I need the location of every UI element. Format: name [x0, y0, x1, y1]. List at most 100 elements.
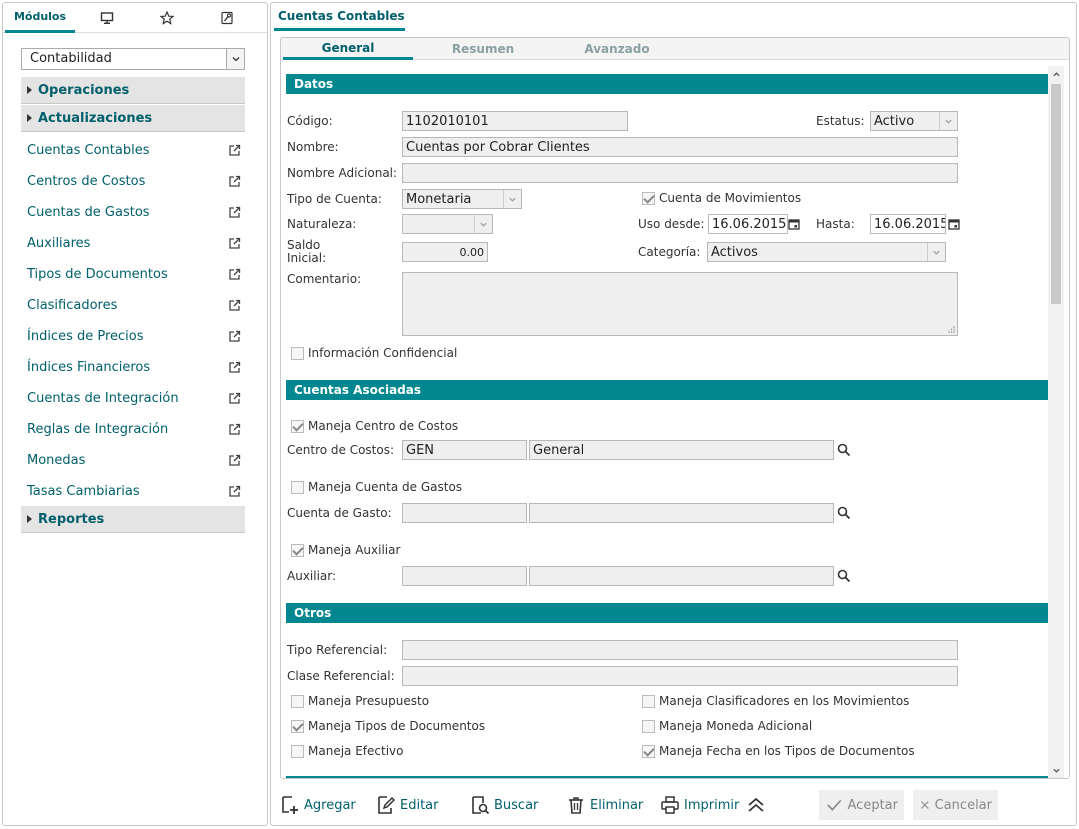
checkbox-box — [642, 191, 655, 205]
buscar-button[interactable]: Buscar — [470, 790, 538, 820]
tipo-cuenta-select[interactable]: Monetaria — [402, 189, 522, 209]
nombre-field[interactable]: Cuentas por Cobrar Clientes — [402, 137, 958, 157]
menu-item[interactable]: Reglas de Integración — [27, 419, 241, 439]
resize-handle-icon[interactable] — [948, 326, 955, 333]
estatus-select[interactable]: Activo — [870, 111, 958, 131]
external-link-icon[interactable] — [228, 206, 241, 219]
calendar-icon[interactable] — [948, 218, 960, 230]
cancelar-button[interactable]: Cancelar — [913, 790, 998, 820]
external-link-icon[interactable] — [228, 144, 241, 157]
menu-item[interactable]: Cuentas Contables — [27, 140, 241, 160]
agregar-label: Agregar — [304, 797, 356, 813]
calendar-icon[interactable] — [788, 218, 800, 230]
codigo-field[interactable]: 1102010101 — [402, 111, 628, 131]
info-confidencial-label: Información Confidencial — [308, 346, 458, 360]
uso-desde-field[interactable]: 16.06.2015 — [708, 214, 788, 234]
external-link-icon[interactable] — [228, 237, 241, 250]
external-link-icon[interactable] — [228, 454, 241, 467]
tab-resumen[interactable]: Resumen — [423, 38, 543, 60]
checkbox-box — [642, 719, 655, 733]
section-operaciones[interactable]: Operaciones — [21, 77, 245, 104]
section-actualizaciones[interactable]: Actualizaciones — [21, 105, 245, 132]
maneja-moneda-adicional-checkbox[interactable]: Maneja Moneda Adicional — [642, 719, 812, 733]
section-reportes[interactable]: Reportes — [21, 506, 245, 533]
centro-costos-code: GEN — [406, 442, 435, 458]
info-confidencial-checkbox[interactable]: Información Confidencial — [291, 346, 457, 360]
cuenta-gasto-name-field[interactable] — [529, 503, 834, 523]
editar-button[interactable]: Editar — [376, 790, 439, 820]
maneja-cuenta-gastos-checkbox[interactable]: Maneja Cuenta de Gastos — [291, 480, 462, 494]
auxiliar-name-field[interactable] — [529, 566, 834, 586]
nombre-adicional-field[interactable] — [402, 163, 958, 183]
menu-item[interactable]: Clasificadores — [27, 295, 241, 315]
maneja-fecha-tipos-documentos-label: Maneja Fecha en los Tipos de Documentos — [659, 744, 915, 758]
centro-costos-name-field[interactable]: General — [529, 440, 834, 460]
menu-item[interactable]: Índices de Precios — [27, 326, 241, 346]
menu-item[interactable]: Auxiliares — [27, 233, 241, 253]
collapse-toolbar-button[interactable] — [746, 790, 770, 820]
tipo-referencial-field[interactable] — [402, 640, 958, 660]
scroll-down-icon[interactable] — [1051, 765, 1061, 775]
menu-item[interactable]: Cuentas de Gastos — [27, 202, 241, 222]
maneja-clasificadores-checkbox[interactable]: Maneja Clasificadores en los Movimientos — [642, 694, 909, 708]
checkbox-box — [291, 719, 304, 733]
external-link-icon[interactable] — [228, 299, 241, 312]
menu-item[interactable]: Tipos de Documentos — [27, 264, 241, 284]
tab-general-label: General — [321, 40, 375, 55]
wrench-icon[interactable] — [215, 3, 239, 33]
tab-resumen-label: Resumen — [451, 42, 515, 56]
clase-referencial-field[interactable] — [402, 666, 958, 686]
external-link-icon[interactable] — [228, 423, 241, 436]
search-icon[interactable] — [837, 569, 851, 583]
menu-item[interactable]: Centros de Costos — [27, 171, 241, 191]
tab-avanzado[interactable]: Avanzado — [557, 38, 677, 60]
comentario-textarea[interactable] — [402, 272, 958, 336]
menu-item[interactable]: Índices Financieros — [27, 357, 241, 377]
tab-modules[interactable]: Módulos — [5, 3, 75, 33]
cuenta-gasto-code-field[interactable] — [402, 503, 527, 523]
maneja-centro-costos-checkbox[interactable]: Maneja Centro de Costos — [291, 419, 458, 433]
saldo-inicial-field[interactable]: 0.00 — [402, 242, 488, 262]
external-link-icon[interactable] — [228, 175, 241, 188]
scroll-up-icon[interactable] — [1051, 69, 1061, 79]
naturaleza-select[interactable] — [402, 214, 493, 234]
vertical-scrollbar[interactable] — [1048, 66, 1064, 778]
menu-item-label: Índices Financieros — [27, 359, 151, 375]
module-select[interactable]: Contabilidad — [21, 48, 245, 70]
external-link-icon[interactable] — [228, 485, 241, 498]
external-link-icon[interactable] — [228, 268, 241, 281]
tipo-cuenta-label: Tipo de Cuenta: — [287, 192, 382, 206]
scrollbar-thumb[interactable] — [1051, 84, 1061, 304]
search-icon[interactable] — [837, 506, 851, 520]
menu-item[interactable]: Tasas Cambiarias — [27, 481, 241, 501]
tab-general[interactable]: General — [283, 38, 413, 60]
aceptar-button[interactable]: Aceptar — [819, 790, 904, 820]
centro-costos-code-field[interactable]: GEN — [402, 440, 527, 460]
menu-item-label: Monedas — [27, 452, 86, 468]
eliminar-button[interactable]: Eliminar — [566, 790, 643, 820]
hasta-field[interactable]: 16.06.2015 — [870, 214, 946, 234]
categoria-select[interactable]: Activos — [707, 242, 946, 262]
star-icon[interactable] — [155, 3, 179, 33]
imprimir-button[interactable]: Imprimir — [660, 790, 739, 820]
cuenta-movimientos-checkbox[interactable]: Cuenta de Movimientos — [642, 191, 801, 205]
maneja-fecha-tipos-documentos-checkbox[interactable]: Maneja Fecha en los Tipos de Documentos — [642, 744, 915, 758]
maneja-efectivo-checkbox[interactable]: Maneja Efectivo — [291, 744, 403, 758]
monitor-icon[interactable] — [95, 3, 119, 33]
maneja-auxiliar-checkbox[interactable]: Maneja Auxiliar — [291, 543, 400, 557]
maneja-tipos-documentos-checkbox[interactable]: Maneja Tipos de Documentos — [291, 719, 485, 733]
menu-item[interactable]: Cuentas de Integración — [27, 388, 241, 408]
menu-item[interactable]: Monedas — [27, 450, 241, 470]
tab-cuentas-contables[interactable]: Cuentas Contables — [274, 3, 405, 31]
cuenta-movimientos-label: Cuenta de Movimientos — [659, 191, 802, 205]
maneja-presupuesto-checkbox[interactable]: Maneja Presupuesto — [291, 694, 429, 708]
auxiliar-code-field[interactable] — [402, 566, 527, 586]
agregar-button[interactable]: Agregar — [280, 790, 356, 820]
search-icon[interactable] — [837, 443, 851, 457]
form-frame: General Resumen Avanzado Datos Código: 1… — [280, 37, 1070, 779]
imprimir-label: Imprimir — [684, 797, 740, 813]
external-link-icon[interactable] — [228, 330, 241, 343]
external-link-icon[interactable] — [228, 392, 241, 405]
maneja-presupuesto-label: Maneja Presupuesto — [308, 694, 430, 708]
external-link-icon[interactable] — [228, 361, 241, 374]
